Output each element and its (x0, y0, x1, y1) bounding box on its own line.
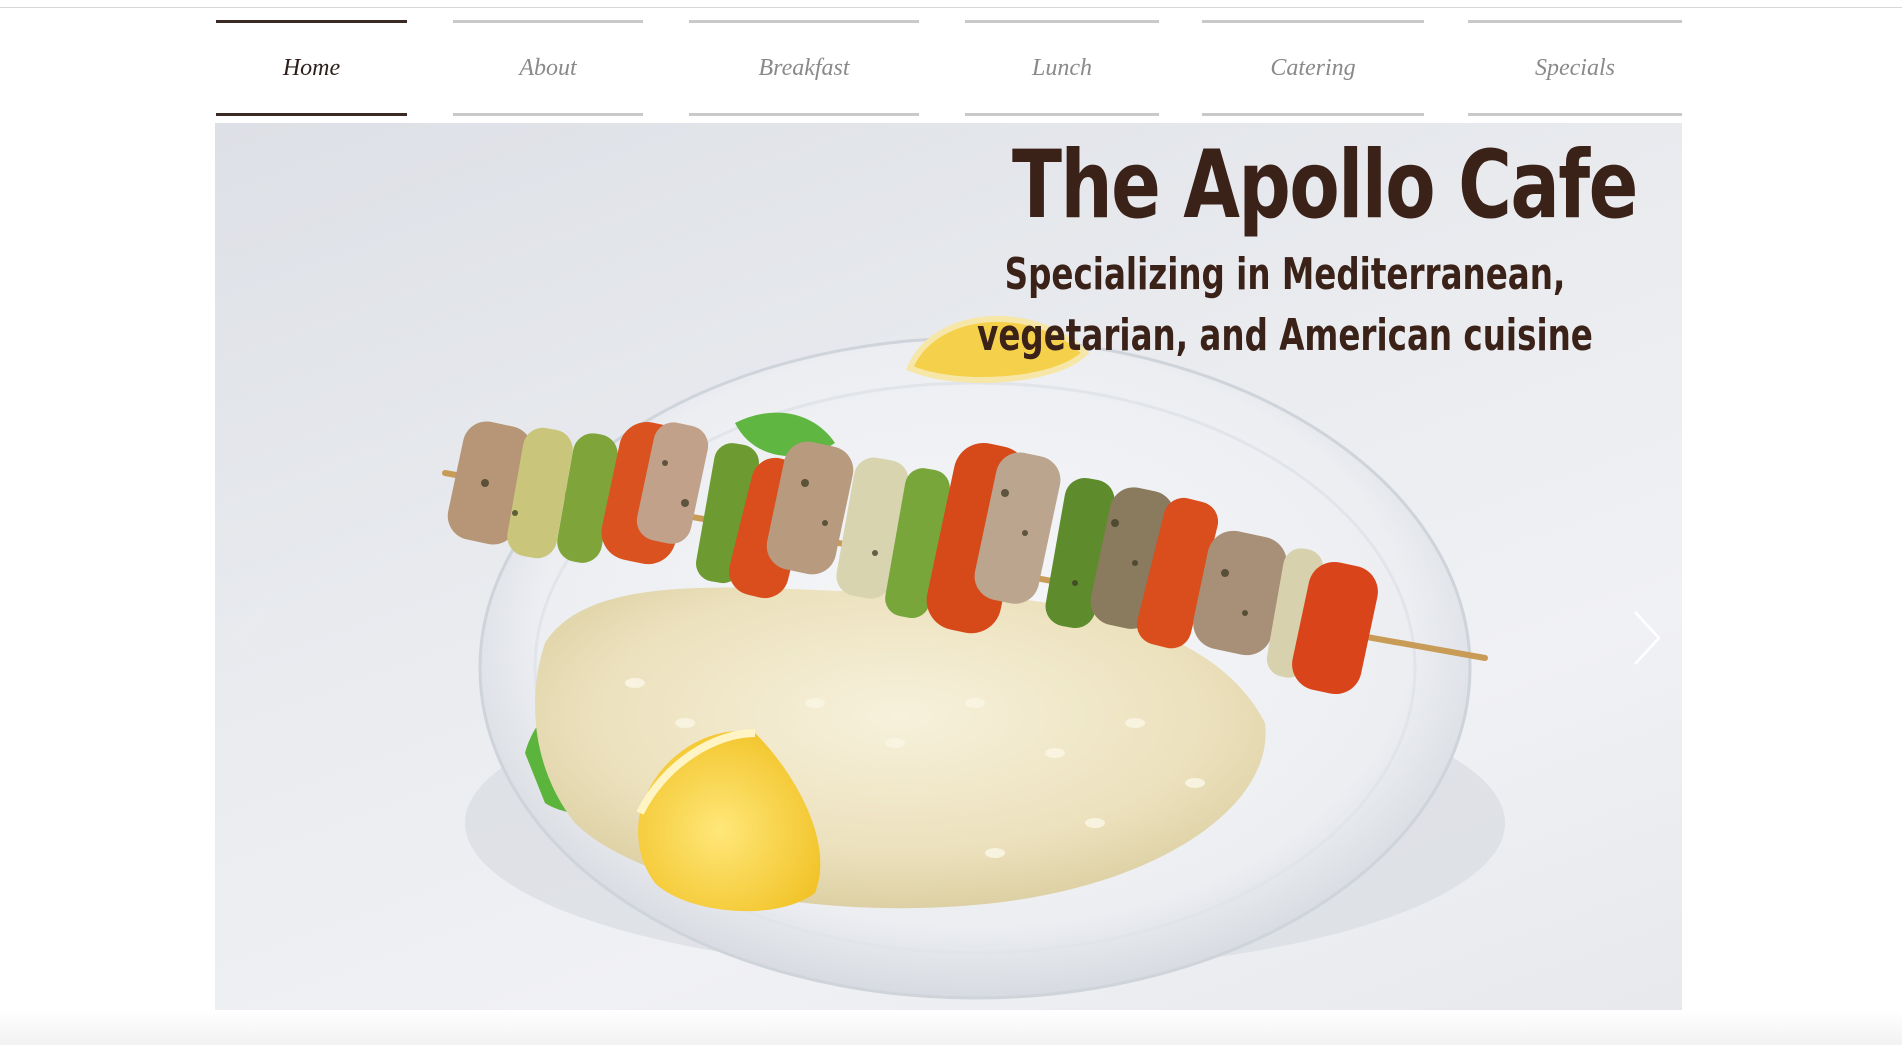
nav-item-about[interactable]: About (453, 20, 643, 116)
nav-item-catering[interactable]: Catering (1202, 20, 1424, 116)
nav-item-label: Catering (1270, 54, 1356, 81)
nav-item-label: About (519, 54, 577, 81)
nav-item-home[interactable]: Home (216, 20, 407, 116)
chevron-right-icon (1634, 611, 1661, 665)
nav-item-label: Home (282, 54, 341, 81)
nav-item-breakfast[interactable]: Breakfast (689, 20, 919, 116)
chevron-left-icon (236, 611, 263, 665)
site-tagline: Specializing in Mediterranean, vegetaria… (977, 248, 1593, 362)
slideshow-prev-button[interactable] (227, 593, 273, 683)
nav-item-specials[interactable]: Specials (1468, 20, 1682, 116)
slideshow-next-button[interactable] (1624, 593, 1670, 683)
nav-item-label: Lunch (1032, 54, 1092, 81)
nav-item-label: Specials (1535, 54, 1615, 81)
site-title: The Apollo Cafe (1012, 131, 1638, 240)
main-nav: Home About Breakfast Lunch Catering Spec… (216, 20, 1682, 116)
top-divider (0, 7, 1902, 8)
nav-item-label: Breakfast (758, 54, 850, 81)
hero-text: The Apollo Cafe Specializing in Mediterr… (935, 131, 1638, 367)
page: Home About Breakfast Lunch Catering Spec… (0, 0, 1902, 1045)
nav-item-lunch[interactable]: Lunch (965, 20, 1159, 116)
page-bottom-fade (0, 1010, 1902, 1045)
hero-slideshow: The Apollo Cafe Specializing in Mediterr… (215, 123, 1682, 1040)
